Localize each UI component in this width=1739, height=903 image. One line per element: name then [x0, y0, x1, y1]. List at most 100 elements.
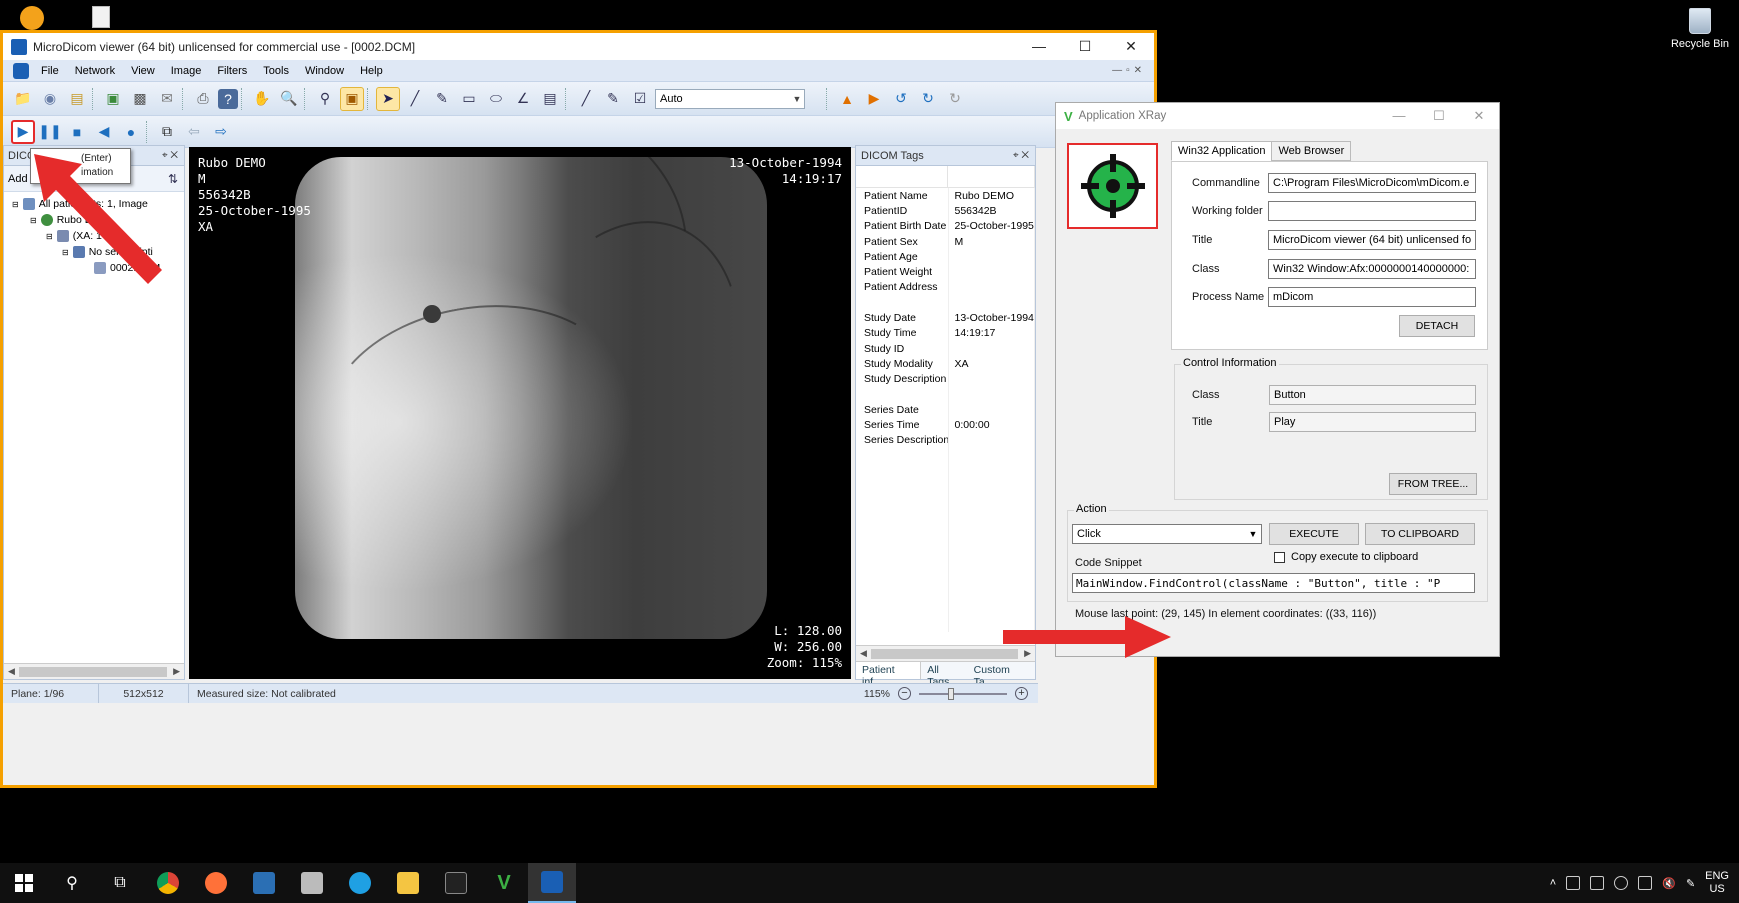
desktop-app-icon[interactable]: [20, 6, 44, 30]
zoom-slider-knob[interactable]: [948, 687, 954, 700]
terminal-icon[interactable]: [432, 863, 480, 903]
brush-icon[interactable]: ✎: [601, 87, 625, 111]
print-icon[interactable]: ⎙: [191, 87, 215, 111]
sort-icon[interactable]: ⇅: [168, 172, 184, 186]
tags-column-header[interactable]: [856, 166, 1035, 188]
measure-line-icon[interactable]: ╱: [574, 87, 598, 111]
checkbox-box[interactable]: [1274, 551, 1285, 563]
tag-row[interactable]: Patient Age: [856, 249, 1035, 265]
usb-icon[interactable]: [1590, 876, 1605, 890]
zoom-in-icon[interactable]: +: [1015, 687, 1028, 700]
edge-icon[interactable]: [336, 863, 384, 903]
menu-file[interactable]: File: [33, 65, 67, 77]
tag-row[interactable]: Series Time 0:00:00: [856, 417, 1035, 433]
speed-button[interactable]: ●: [119, 120, 143, 144]
rectangle-tool-icon[interactable]: ▭: [457, 87, 481, 111]
line-tool-icon[interactable]: ╱: [403, 87, 427, 111]
tag-row[interactable]: Study Description: [856, 371, 1035, 387]
microdicom-taskbar-icon[interactable]: [528, 863, 576, 903]
menu-tools[interactable]: Tools: [255, 65, 297, 77]
menu-image[interactable]: Image: [163, 65, 210, 77]
rotate-right-icon[interactable]: ↻: [916, 87, 940, 111]
new-window-icon[interactable]: ⧉: [155, 120, 179, 144]
flip-icon[interactable]: ▲: [835, 87, 859, 111]
menu-help[interactable]: Help: [352, 65, 391, 77]
minimize-button[interactable]: —: [1016, 38, 1062, 55]
pan-hand-icon[interactable]: ✋: [250, 87, 274, 111]
tag-row[interactable]: Patient Sex M: [856, 233, 1035, 250]
tag-row[interactable]: [856, 295, 1035, 311]
scroll-left-icon[interactable]: ◀: [8, 666, 15, 677]
tree-horizontal-scrollbar[interactable]: ◀ ▶: [4, 663, 184, 679]
tag-row[interactable]: [856, 386, 1035, 403]
from-tree-button[interactable]: FROM TREE...: [1389, 473, 1477, 495]
tab-patient-info[interactable]: Patient inf...: [856, 662, 922, 688]
tag-row[interactable]: Study ID: [856, 340, 1035, 357]
forward-arrow-icon[interactable]: ⇨: [209, 120, 233, 144]
search-icon[interactable]: ⚲: [48, 863, 96, 903]
magnifier-icon[interactable]: ⚲: [313, 87, 337, 111]
tag-row[interactable]: Patient Address: [856, 279, 1035, 296]
menu-filters[interactable]: Filters: [209, 65, 255, 77]
menu-network[interactable]: Network: [67, 65, 123, 77]
menu-view[interactable]: View: [123, 65, 163, 77]
export-movie-icon[interactable]: ▩: [128, 87, 152, 111]
tag-row[interactable]: PatientID 556342B: [856, 203, 1035, 219]
export-image-icon[interactable]: ▣: [101, 87, 125, 111]
play-reverse-button[interactable]: ◀: [92, 120, 116, 144]
angle-tool-icon[interactable]: ∠: [511, 87, 535, 111]
image-viewer[interactable]: Rubo DEMO M 556342B 25-October-1995 XA 1…: [189, 147, 851, 679]
zoom-slider[interactable]: [919, 687, 1007, 700]
class-field[interactable]: Win32 Window:Afx:0000000140000000:: [1268, 259, 1476, 279]
document-icon[interactable]: [13, 62, 29, 79]
ellipse-tool-icon[interactable]: ⬭: [484, 87, 508, 111]
to-clipboard-button[interactable]: TO CLIPBOARD: [1365, 523, 1475, 545]
play-button[interactable]: ▶: [11, 119, 35, 144]
remote-desktop-icon[interactable]: [240, 863, 288, 903]
pencil-tool-icon[interactable]: ✎: [430, 87, 454, 111]
tag-row[interactable]: Study Time 14:19:17: [856, 325, 1035, 341]
select-pointer-icon[interactable]: ➤: [376, 86, 400, 111]
bluetooth-icon[interactable]: [1614, 876, 1629, 890]
maximize-button[interactable]: ☐: [1419, 108, 1459, 124]
pause-button[interactable]: ❚❚: [38, 120, 62, 144]
language-indicator[interactable]: ENG US: [1705, 870, 1729, 896]
tag-row[interactable]: Study Date 13-October-1994: [856, 310, 1035, 326]
reset-icon[interactable]: ↻: [943, 87, 967, 111]
annotation-icon[interactable]: ☑: [628, 87, 652, 111]
window-level-select[interactable]: Auto ▼: [655, 88, 805, 109]
title-field[interactable]: MicroDicom viewer (64 bit) unlicensed fo: [1268, 230, 1476, 250]
tab-web-browser[interactable]: Web Browser: [1271, 141, 1352, 161]
tag-row[interactable]: Patient Weight: [856, 264, 1035, 280]
scroll-left-icon[interactable]: ◀: [860, 648, 867, 659]
xray-app-icon[interactable]: V: [480, 863, 528, 903]
pen-icon[interactable]: ✎: [1686, 877, 1695, 890]
tag-row[interactable]: Study Modality XA: [856, 356, 1035, 372]
task-view-icon[interactable]: ⧉: [96, 863, 144, 903]
email-icon[interactable]: ✉: [155, 87, 179, 111]
minimize-button[interactable]: —: [1379, 108, 1419, 124]
execute-button[interactable]: EXECUTE: [1269, 523, 1359, 545]
start-button[interactable]: [0, 863, 48, 903]
recycle-bin[interactable]: Recycle Bin: [1670, 8, 1730, 50]
process-name-field[interactable]: mDicom: [1268, 287, 1476, 307]
close-button[interactable]: ✕: [1459, 108, 1499, 124]
open-folder-icon[interactable]: 📁: [11, 87, 35, 111]
file-explorer-alt-icon[interactable]: [288, 863, 336, 903]
pin-icon[interactable]: ⌖ ✕: [1013, 150, 1035, 161]
tag-row[interactable]: Patient Birth Date 25-October-1995: [856, 218, 1035, 234]
volume-muted-icon[interactable]: 🔇: [1662, 877, 1676, 890]
scroll-thumb[interactable]: [870, 648, 1019, 659]
network-icon[interactable]: [1638, 876, 1653, 890]
zoom-out-icon[interactable]: −: [898, 687, 911, 700]
tag-row[interactable]: Series Date: [856, 402, 1035, 418]
desktop-file-icon[interactable]: [92, 6, 110, 28]
action-select[interactable]: Click ▼: [1072, 524, 1262, 544]
text-tool-icon[interactable]: ▤: [538, 87, 562, 111]
mdi-window-controls[interactable]: —▫✕: [1112, 65, 1154, 76]
chrome-icon[interactable]: [144, 863, 192, 903]
stop-button[interactable]: ■: [65, 120, 89, 144]
scroll-right-icon[interactable]: ▶: [173, 666, 180, 677]
code-snippet-field[interactable]: MainWindow.FindControl(className : "Butt…: [1072, 573, 1475, 593]
tag-row[interactable]: Patient Name Rubo DEMO: [856, 188, 1035, 204]
